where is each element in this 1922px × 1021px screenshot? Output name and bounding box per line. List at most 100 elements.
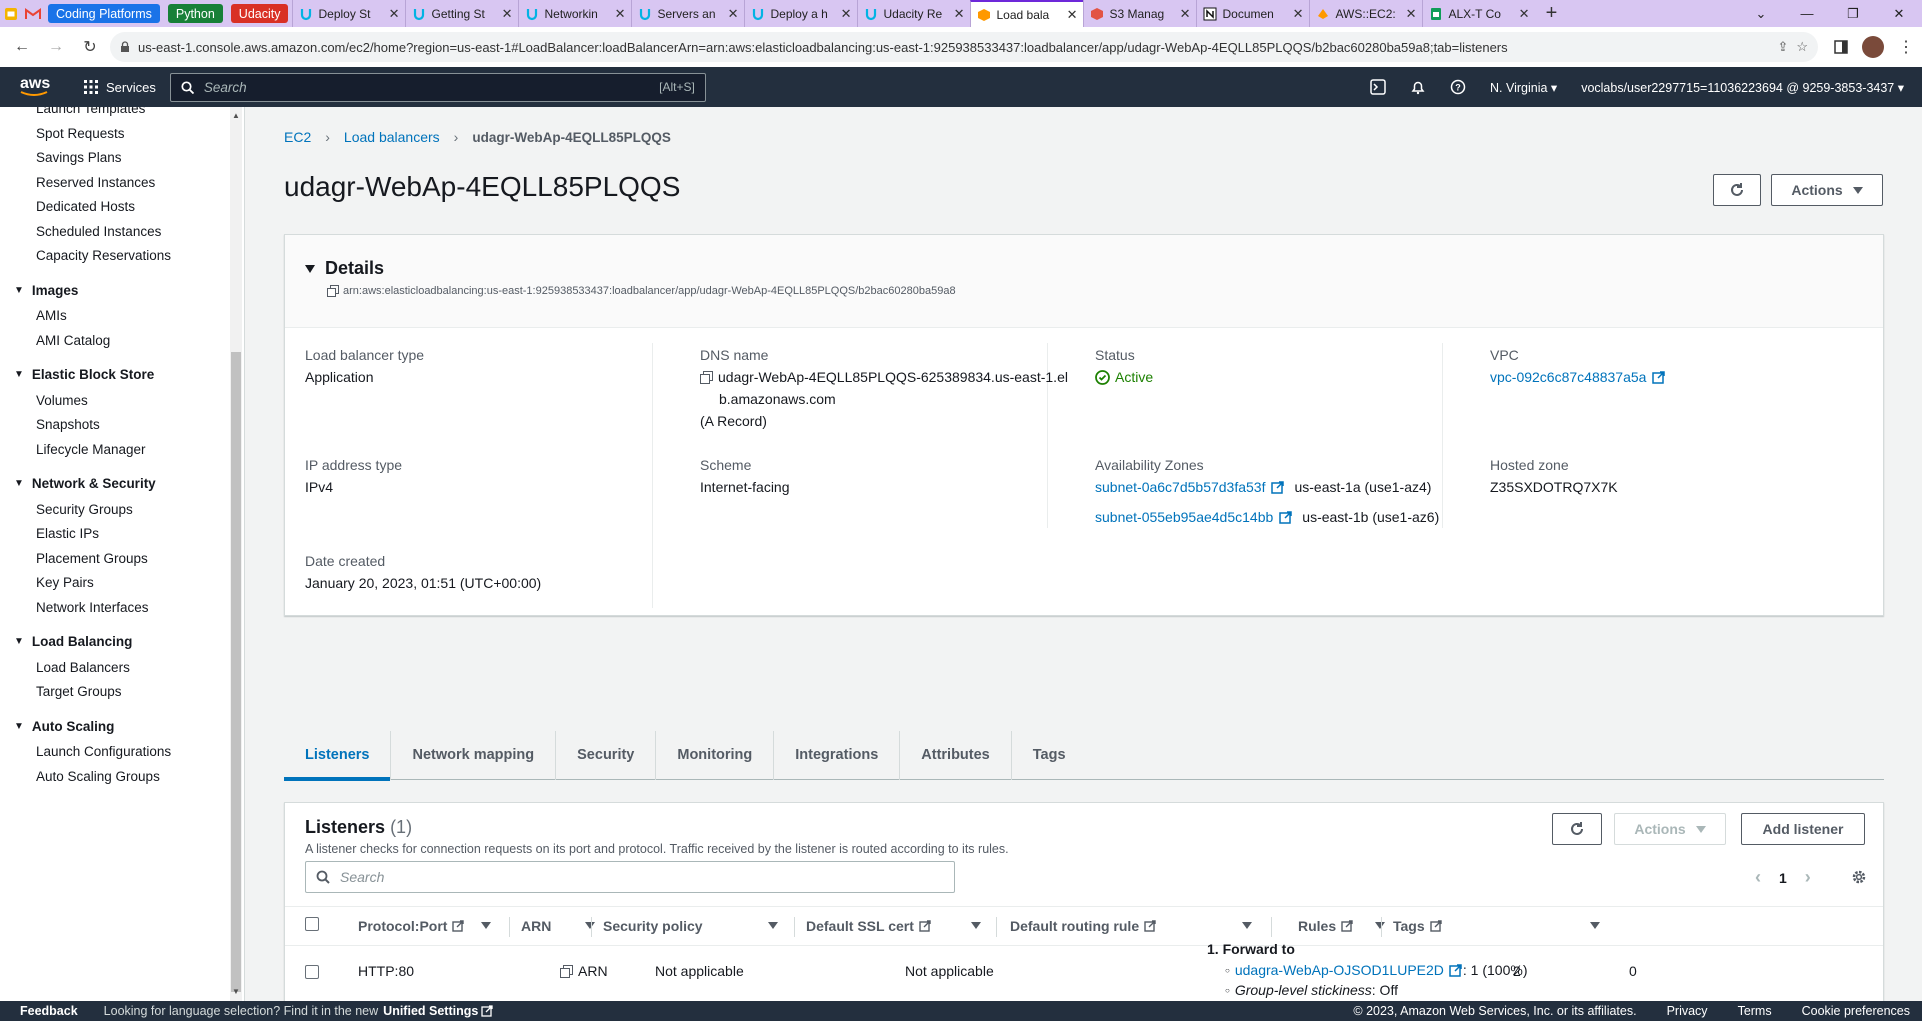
details-toggle[interactable]: Details bbox=[305, 258, 384, 279]
tab-monitoring[interactable]: Monitoring bbox=[656, 730, 775, 780]
sidebar-section-header[interactable]: ▼ Images bbox=[14, 283, 78, 298]
add-listener-button[interactable]: Add listener bbox=[1741, 813, 1865, 845]
sidebar-toggle-icon[interactable] bbox=[1834, 40, 1848, 54]
minimize-icon[interactable]: — bbox=[1784, 0, 1830, 27]
close-tab-icon[interactable]: ✕ bbox=[1180, 6, 1191, 22]
column-resizer[interactable] bbox=[509, 917, 510, 937]
next-page-icon[interactable]: › bbox=[1805, 867, 1811, 888]
aws-logo-text[interactable]: aws bbox=[20, 75, 50, 92]
listeners-actions-label[interactable]: Actions bbox=[1634, 821, 1685, 837]
sidebar-item[interactable]: Volumes bbox=[36, 393, 88, 408]
subnet-link-2[interactable]: subnet-055eb95ae4d5c14bb bbox=[1095, 506, 1273, 528]
refresh-button[interactable] bbox=[1713, 174, 1761, 206]
listeners-actions-button[interactable]: Actions bbox=[1614, 813, 1726, 845]
sidebar-item[interactable]: Snapshots bbox=[36, 417, 100, 432]
column-header-label[interactable]: Protocol:Port bbox=[358, 918, 447, 934]
sort-caret-icon[interactable] bbox=[768, 922, 778, 929]
tab-search-icon[interactable]: ⌄ bbox=[1738, 0, 1784, 27]
close-tab-icon[interactable]: ✕ bbox=[502, 6, 513, 22]
external-link-icon[interactable] bbox=[1341, 920, 1353, 932]
close-tab-icon[interactable]: ✕ bbox=[954, 6, 965, 22]
close-tab-icon[interactable]: ✕ bbox=[1293, 6, 1304, 22]
listeners-search-input[interactable]: Search bbox=[305, 861, 955, 893]
tab-group-coding-platforms[interactable]: Coding Platforms bbox=[48, 4, 160, 23]
account-label[interactable]: voclabs/user2297715=11036223694 @ 9259-3… bbox=[1581, 81, 1894, 95]
sidebar-section-title[interactable]: Network & Security bbox=[32, 476, 156, 491]
aws-search-input[interactable]: Search [Alt+S] bbox=[169, 72, 706, 102]
cloudshell-icon[interactable] bbox=[1370, 79, 1386, 95]
close-tab-icon[interactable]: ✕ bbox=[615, 6, 626, 22]
sidebar-item[interactable]: Security Groups bbox=[36, 502, 133, 517]
sidebar-item[interactable]: Target Groups bbox=[36, 684, 122, 699]
terms-link[interactable]: Terms bbox=[1738, 1004, 1772, 1018]
actions-label[interactable]: Actions bbox=[1791, 182, 1842, 198]
sort-caret-icon[interactable] bbox=[971, 922, 981, 929]
arn-copy[interactable]: ARN bbox=[560, 963, 608, 979]
external-link-icon[interactable] bbox=[1144, 920, 1156, 932]
services-grid-icon[interactable] bbox=[84, 80, 98, 94]
external-link-icon[interactable] bbox=[1429, 920, 1442, 932]
browser-tab-label[interactable]: ALX-T Co bbox=[1448, 7, 1513, 21]
sidebar-item[interactable]: AMI Catalog bbox=[36, 333, 110, 348]
sidebar-item[interactable]: Dedicated Hosts bbox=[36, 199, 135, 214]
copy-icon[interactable] bbox=[327, 285, 339, 297]
sidebar-item[interactable]: Reserved Instances bbox=[36, 175, 155, 190]
sidebar-item[interactable]: Network Interfaces bbox=[36, 600, 149, 615]
tab-listeners[interactable]: Listeners bbox=[284, 730, 392, 781]
tab-group-python[interactable]: Python bbox=[167, 4, 223, 23]
column-header-label[interactable]: Default routing rule bbox=[1010, 918, 1139, 934]
breadcrumb-load-balancers[interactable]: Load balancers bbox=[344, 129, 440, 145]
column-resizer[interactable] bbox=[1381, 917, 1382, 937]
sidebar-section-title[interactable]: Elastic Block Store bbox=[32, 367, 154, 382]
browser-tab-label[interactable]: S3 Manag bbox=[1109, 7, 1174, 21]
column-header-label[interactable]: ARN bbox=[521, 918, 551, 934]
column-header-label[interactable]: Rules bbox=[1298, 918, 1336, 934]
table-settings-icon[interactable] bbox=[1851, 869, 1867, 885]
sidebar-item[interactable]: Capacity Reservations bbox=[36, 248, 171, 263]
external-link-icon[interactable] bbox=[1271, 480, 1285, 494]
external-link-icon[interactable] bbox=[1279, 510, 1293, 524]
browser-tab-label[interactable]: AWS::EC2: bbox=[1335, 7, 1400, 21]
prev-page-icon[interactable]: ‹ bbox=[1755, 867, 1761, 888]
browser-tab-label[interactable]: Load bala bbox=[996, 8, 1061, 22]
row-checkbox[interactable] bbox=[305, 965, 319, 979]
column-header-label[interactable]: Default SSL cert bbox=[806, 918, 914, 934]
sidebar-section-title[interactable]: Images bbox=[32, 283, 79, 298]
sidebar-item[interactable]: Lifecycle Manager bbox=[36, 442, 146, 457]
url-field[interactable]: us-east-1.console.aws.amazon.com/ec2/hom… bbox=[110, 32, 1818, 62]
sidebar-item[interactable]: Auto Scaling Groups bbox=[36, 769, 160, 784]
listeners-refresh-button[interactable] bbox=[1552, 813, 1602, 845]
page-number[interactable]: 1 bbox=[1779, 870, 1787, 886]
sidebar-item[interactable]: Elastic IPs bbox=[36, 526, 99, 541]
browser-tab-label[interactable]: Networkin bbox=[544, 7, 609, 21]
sidebar-section-header[interactable]: ▼ Network & Security bbox=[14, 476, 156, 491]
vpc-link[interactable]: vpc-092c6c87c48837a5a bbox=[1490, 366, 1666, 388]
sort-caret-icon[interactable] bbox=[1242, 922, 1252, 929]
tab-security[interactable]: Security bbox=[556, 730, 657, 780]
browser-tab[interactable]: AWS::EC2: ✕ bbox=[1309, 0, 1422, 27]
column-resizer[interactable] bbox=[794, 917, 795, 937]
services-menu[interactable]: Services bbox=[84, 80, 156, 95]
external-link-icon[interactable] bbox=[1449, 963, 1462, 977]
bookmark-star-icon[interactable]: ☆ bbox=[1796, 39, 1808, 55]
column-header[interactable]: Security policy bbox=[603, 918, 703, 934]
help-icon[interactable]: ? bbox=[1450, 79, 1466, 95]
account-menu[interactable]: voclabs/user2297715=11036223694 @ 9259-3… bbox=[1581, 80, 1904, 95]
tab-integrations[interactable]: Integrations bbox=[774, 730, 901, 780]
close-tab-icon[interactable]: ✕ bbox=[1406, 6, 1417, 22]
sidebar-section-header[interactable]: ▼ Elastic Block Store bbox=[14, 367, 154, 382]
browser-tab[interactable]: Getting St ✕ bbox=[405, 0, 518, 27]
new-tab-button[interactable]: + bbox=[1535, 2, 1567, 25]
browser-tab[interactable]: Udacity Re ✕ bbox=[857, 0, 970, 27]
actions-dropdown-button[interactable]: Actions bbox=[1771, 174, 1883, 206]
forward-icon[interactable]: → bbox=[42, 33, 70, 61]
vpc-value[interactable]: vpc-092c6c87c48837a5a bbox=[1490, 366, 1646, 388]
browser-tab[interactable]: Servers an ✕ bbox=[631, 0, 744, 27]
copy-icon[interactable] bbox=[560, 964, 573, 978]
close-tab-icon[interactable]: ✕ bbox=[1067, 7, 1078, 23]
sort-caret-icon[interactable] bbox=[1375, 922, 1385, 929]
target-group-link[interactable]: udagra-WebAp-OJSOD1LUPE2D bbox=[1235, 962, 1444, 978]
column-header[interactable]: Tags bbox=[1393, 918, 1442, 934]
sidebar-item[interactable]: Placement Groups bbox=[36, 551, 148, 566]
column-header[interactable]: Rules bbox=[1298, 918, 1353, 934]
